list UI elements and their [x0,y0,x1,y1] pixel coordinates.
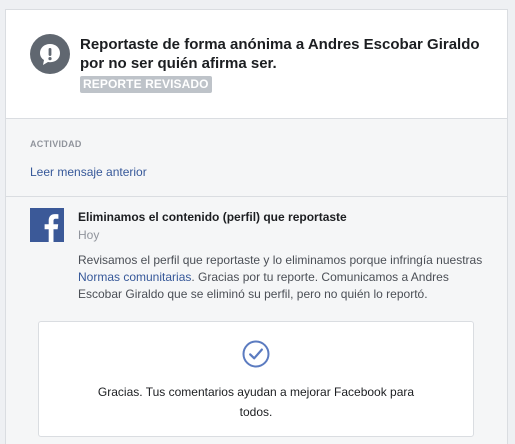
message-section: Eliminamos el contenido (perfil) que rep… [6,197,507,444]
message-title: Eliminamos el contenido (perfil) que rep… [78,210,347,224]
message-date: Hoy [78,228,100,242]
report-header: Reportaste de forma anónima a Andres Esc… [6,10,507,118]
alert-icon [30,34,70,74]
feedback-confirmation: Gracias. Tus comentarios ayudan a mejora… [38,321,474,437]
activity-section: ACTIVIDAD Leer mensaje anterior [6,118,507,197]
check-circle-icon [242,340,270,368]
community-standards-link[interactable]: Normas comunitarias [78,270,191,284]
previous-message-link[interactable]: Leer mensaje anterior [30,165,147,179]
report-title: Reportaste de forma anónima a Andres Esc… [80,36,480,72]
activity-label: ACTIVIDAD [30,139,82,149]
status-badge: REPORTE REVISADO [80,76,212,93]
message-body: Revisamos el perfil que reportaste y lo … [78,252,488,303]
message-body-text: Revisamos el perfil que reportaste y lo … [78,253,483,267]
facebook-logo-icon [30,208,64,242]
report-card: Reportaste de forma anónima a Andres Esc… [5,9,508,444]
feedback-text: Gracias. Tus comentarios ayudan a mejora… [97,385,415,419]
